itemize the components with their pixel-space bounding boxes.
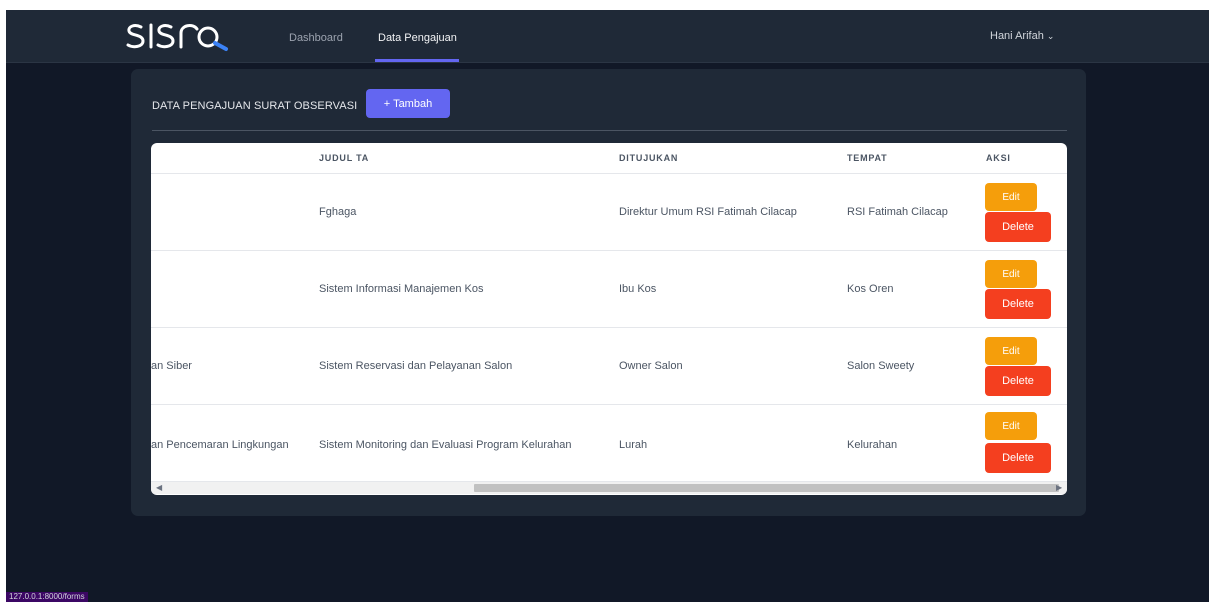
cell-judul: Sistem Informasi Manajemen Kos bbox=[319, 283, 484, 295]
data-table: JUDUL TA DITUJUKAN TEMPAT AKSI a Fghaga … bbox=[151, 143, 1067, 495]
cell-judul: Sistem Monitoring dan Evaluasi Program K… bbox=[319, 439, 572, 451]
active-nav-indicator bbox=[375, 59, 459, 62]
cell-tempat: Kelurahan bbox=[847, 439, 898, 451]
table-header: JUDUL TA DITUJUKAN TEMPAT AKSI bbox=[151, 143, 1067, 174]
add-button[interactable]: + Tambah bbox=[366, 89, 450, 118]
edit-button[interactable]: Edit bbox=[985, 183, 1037, 211]
chevron-down-icon: ⌄ bbox=[1046, 31, 1055, 41]
horizontal-scrollbar[interactable]: ◀ ▶ bbox=[151, 481, 1067, 494]
edit-button[interactable]: Edit bbox=[985, 337, 1037, 365]
cell-tempat: Salon Sweety bbox=[847, 360, 915, 372]
header-tempat: TEMPAT bbox=[847, 153, 888, 163]
delete-button[interactable]: Delete bbox=[985, 289, 1051, 319]
scroll-left-icon[interactable]: ◀ bbox=[156, 483, 162, 492]
delete-button[interactable]: Delete bbox=[985, 212, 1051, 242]
cell-ditujukan: Ibu Kos bbox=[619, 283, 657, 295]
cell-tempat: Kos Oren bbox=[847, 283, 894, 295]
user-name: Hani Arifah bbox=[990, 30, 1044, 42]
nav-dashboard[interactable]: Dashboard bbox=[289, 32, 343, 44]
cell-judul: Fghaga bbox=[319, 206, 357, 218]
scrollbar-thumb[interactable] bbox=[474, 484, 1059, 492]
cell-truncated: an Siber bbox=[151, 360, 192, 372]
header-judul-ta: JUDUL TA bbox=[319, 153, 370, 163]
divider bbox=[152, 130, 1067, 131]
cell-ditujukan: Owner Salon bbox=[619, 360, 683, 372]
cell-tempat: RSI Fatimah Cilacap bbox=[847, 206, 948, 218]
data-card: DATA PENGAJUAN SURAT OBSERVASI + Tambah … bbox=[131, 69, 1086, 516]
table-row: a Fghaga Direktur Umum RSI Fatimah Cilac… bbox=[151, 174, 1067, 251]
cell-ditujukan: Direktur Umum RSI Fatimah Cilacap bbox=[619, 206, 797, 218]
header-aksi: AKSI bbox=[986, 153, 1011, 163]
cell-truncated: an Pencemaran Lingkungan bbox=[151, 439, 289, 451]
edit-button[interactable]: Edit bbox=[985, 260, 1037, 288]
top-navbar: Dashboard Data Pengajuan Hani Arifah ⌄ bbox=[6, 10, 1209, 63]
cell-ditujukan: Lurah bbox=[619, 439, 648, 451]
user-menu[interactable]: Hani Arifah ⌄ bbox=[990, 30, 1054, 42]
app-window: Dashboard Data Pengajuan Hani Arifah ⌄ DA… bbox=[6, 10, 1209, 602]
card-title: DATA PENGAJUAN SURAT OBSERVASI bbox=[152, 100, 358, 112]
cell-judul: Sistem Reservasi dan Pelayanan Salon bbox=[319, 360, 513, 372]
nav-data-pengajuan[interactable]: Data Pengajuan bbox=[378, 32, 457, 44]
table-row: an Pencemaran Lingkungan Sistem Monitori… bbox=[151, 405, 1067, 481]
scroll-right-icon[interactable]: ▶ bbox=[1056, 483, 1062, 492]
delete-button[interactable]: Delete bbox=[985, 366, 1051, 396]
sisfo-logo[interactable] bbox=[125, 19, 255, 53]
delete-button[interactable]: Delete bbox=[985, 443, 1051, 473]
header-ditujukan: DITUJUKAN bbox=[619, 153, 679, 163]
table-row: an Siber Sistem Reservasi dan Pelayanan … bbox=[151, 328, 1067, 405]
status-bar-url: 127.0.0.1:8000/forms bbox=[6, 592, 88, 602]
edit-button[interactable]: Edit bbox=[985, 412, 1037, 440]
table-row: a Sistem Informasi Manajemen Kos Ibu Kos… bbox=[151, 251, 1067, 328]
